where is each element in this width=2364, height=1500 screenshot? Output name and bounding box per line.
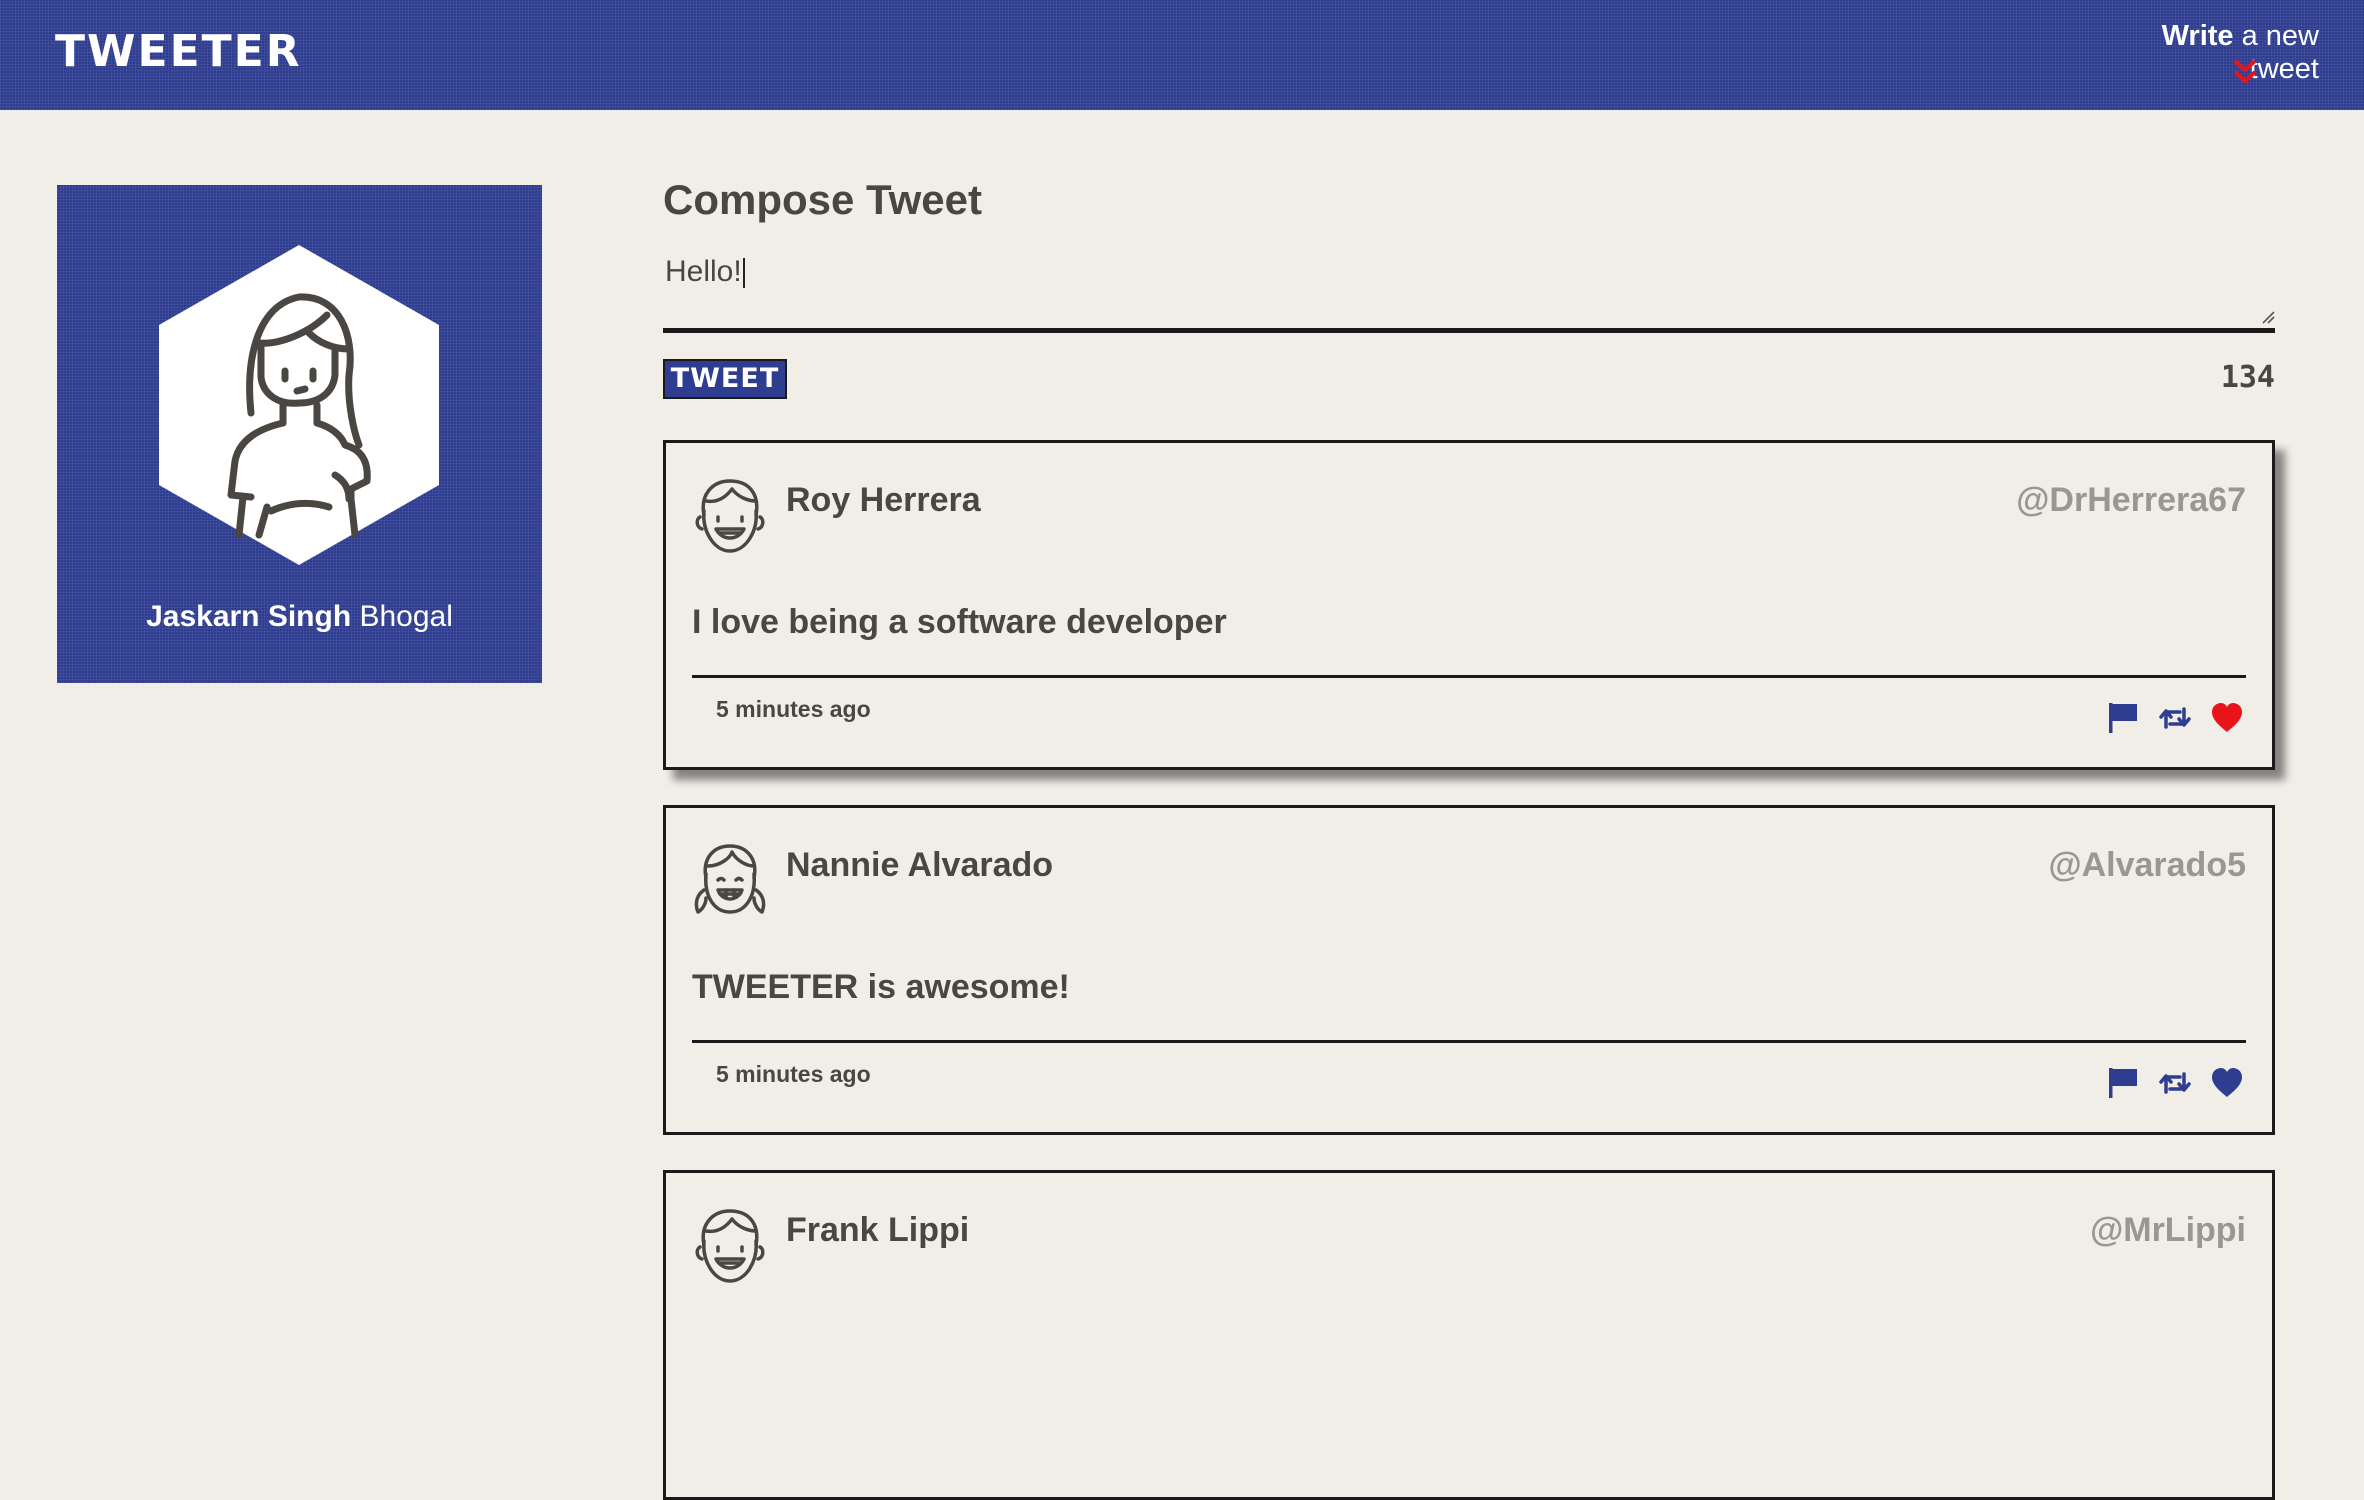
tweet-author-name: Frank Lippi — [786, 1211, 970, 1249]
main-column: Compose Tweet Hello! TWEET 134 Roy Herre… — [663, 170, 2275, 1500]
tweet-author-name: Roy Herrera — [786, 481, 981, 519]
flag-icon[interactable] — [2106, 1066, 2140, 1100]
girl-avatar-icon — [694, 844, 766, 914]
profile-last-name: Bhogal — [351, 600, 453, 633]
double-chevron-down-icon — [2233, 59, 2257, 84]
tweet-author-handle: @MrLippi — [2090, 1211, 2246, 1249]
tweet-card: Nannie Alvarado @Alvarado5 TWEETER is aw… — [663, 805, 2275, 1135]
tweet-button[interactable]: TWEET — [663, 359, 787, 399]
tweet-text: Hello! — [665, 255, 742, 288]
write-new-tweet-toggle[interactable]: Write a new tweet — [2089, 20, 2319, 90]
tweet-timestamp: 5 minutes ago — [716, 1061, 871, 1087]
boy-avatar-icon — [695, 479, 765, 553]
character-counter: 134 — [2220, 360, 2275, 395]
retweet-icon[interactable] — [2158, 1066, 2192, 1100]
profile-card: Jaskarn Singh Bhogal — [57, 185, 542, 683]
tweet-actions — [2106, 1066, 2244, 1100]
tweet-divider — [692, 1040, 2246, 1043]
tweet-author-name: Nannie Alvarado — [786, 846, 1054, 884]
tweet-author-handle: @Alvarado5 — [2048, 846, 2246, 884]
flag-icon[interactable] — [2106, 701, 2140, 735]
tweet-card: Roy Herrera @DrHerrera67 I love being a … — [663, 440, 2275, 770]
boy-avatar-icon — [695, 1209, 765, 1283]
compose-title: Compose Tweet — [663, 176, 982, 223]
profile-first-name: Jaskarn Singh — [146, 600, 352, 633]
tweet-timestamp: 5 minutes ago — [716, 696, 871, 722]
top-nav: TWEETER Write a new tweet — [0, 0, 2364, 110]
retweet-icon[interactable] — [2158, 701, 2192, 735]
text-caret — [742, 258, 745, 289]
tweet-text: TWEETER is awesome! — [692, 968, 1070, 1006]
tweet-divider — [692, 675, 2246, 678]
tweet-author-handle: @DrHerrera67 — [2016, 481, 2246, 519]
profile-name: Jaskarn Singh Bhogal — [57, 600, 542, 634]
heart-icon[interactable] — [2210, 701, 2244, 735]
resize-grip-icon[interactable] — [2261, 310, 2275, 324]
write-label: Write — [2161, 20, 2234, 52]
heart-icon[interactable] — [2210, 1066, 2244, 1100]
tweet-textarea-value: Hello! — [665, 252, 745, 292]
user-avatar-icon — [159, 245, 439, 565]
tweet-textarea[interactable]: Hello! — [663, 252, 2275, 333]
tweet-actions — [2106, 701, 2244, 735]
app-logo: TWEETER — [55, 26, 302, 77]
tweet-card: Frank Lippi @MrLippi — [663, 1170, 2275, 1500]
tweet-text: I love being a software developer — [692, 603, 1227, 641]
